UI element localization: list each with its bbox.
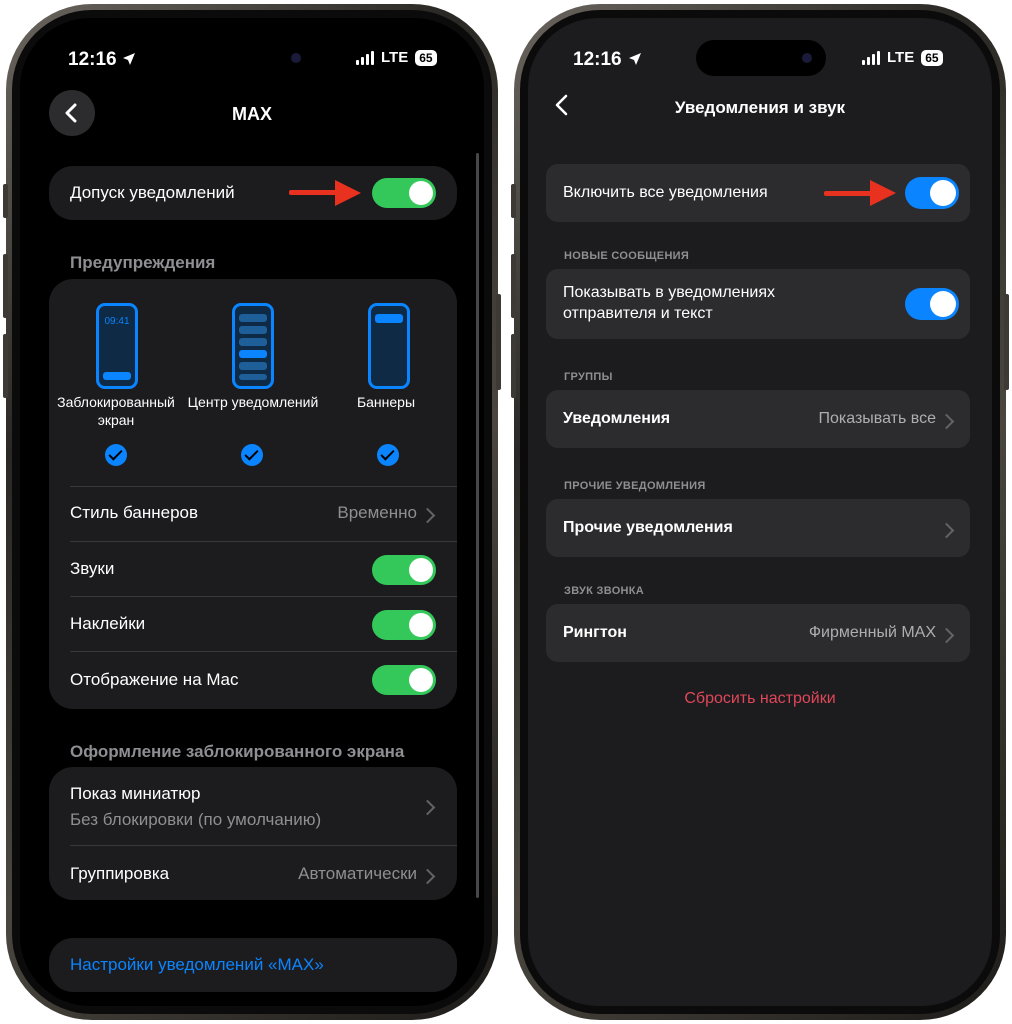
ringtone-value: Фирменный MAX (808, 624, 936, 641)
volume-down-button (511, 334, 516, 398)
dynamic-island (196, 41, 312, 75)
group-notifications-value: Показывать все (818, 410, 937, 427)
show-previews-value: Без блокировки (по умолчанию) (70, 810, 322, 829)
network-type: LTE (887, 49, 915, 66)
notification-center-checkmark-icon[interactable] (241, 444, 263, 466)
side-button (496, 294, 501, 390)
action-button (3, 184, 8, 218)
alerts-section-title: Предупреждения (70, 253, 216, 272)
notification-center-preview-icon[interactable] (232, 303, 274, 389)
location-arrow-icon (122, 52, 136, 71)
chevron-right-icon (938, 522, 955, 539)
grouping-label: Группировка (70, 864, 170, 883)
side-button (1004, 294, 1009, 390)
banners-checkmark-icon[interactable] (377, 444, 399, 466)
show-on-mac-toggle[interactable] (372, 665, 436, 695)
signal-icon (862, 50, 880, 65)
sounds-label: Звуки (70, 559, 115, 578)
status-time: 12:16 (573, 49, 622, 70)
red-arrow-annotation (824, 191, 874, 196)
enable-all-label: Включить все уведомления (563, 184, 768, 201)
enable-all-row[interactable]: Включить все уведомления (546, 164, 970, 222)
network-type: LTE (381, 49, 409, 66)
ringtone-section-title: ЗВУК ЗВОНКА (564, 585, 645, 597)
divider (70, 596, 457, 597)
alerts-card: 09:41 Заблокированный экран Центр уведом… (49, 279, 457, 709)
chevron-right-icon (419, 868, 436, 885)
signal-icon (356, 50, 374, 65)
battery-icon: 65 (415, 49, 437, 66)
show-sender-label-line2: отправителя и текст (563, 305, 713, 322)
chevron-right-icon (419, 507, 436, 524)
lock-screen-option-label: Заблокированный экран (57, 394, 175, 428)
ringtone-row[interactable]: Рингтон Фирменный MAX (546, 604, 970, 662)
sounds-toggle[interactable] (372, 555, 436, 585)
show-sender-row[interactable]: Показывать в уведомлениях отправителя и … (546, 269, 970, 339)
app-notification-settings-row[interactable]: Настройки уведомлений «MAX» (49, 938, 457, 992)
phone-frame-left: 12:16 LTE 65 MAX Допуск уведомлений Пред… (3, 4, 501, 1020)
allow-notifications-row[interactable]: Допуск уведомлений (49, 166, 457, 220)
page-title: Уведомления и звук (674, 98, 846, 117)
banner-style-value: Временно (337, 503, 417, 522)
divider (70, 486, 457, 487)
red-arrow-head (335, 180, 361, 206)
red-arrow-head (870, 180, 896, 206)
volume-down-button (3, 334, 8, 398)
location-arrow-icon (628, 52, 642, 71)
banners-option-label: Баннеры (356, 394, 416, 410)
scrollbar[interactable] (476, 153, 479, 898)
groups-section-title: ГРУППЫ (564, 371, 613, 383)
app-settings-screen: 12:16 LTE 65 Уведомления и звук Включить… (528, 18, 992, 1006)
phone-frame-right: 12:16 LTE 65 Уведомления и звук Включить… (511, 4, 1009, 1020)
badges-toggle[interactable] (372, 610, 436, 640)
show-sender-label-line1: Показывать в уведомлениях (563, 284, 775, 301)
settings-screen: 12:16 LTE 65 MAX Допуск уведомлений Пред… (20, 18, 484, 1006)
other-notifications-row[interactable]: Прочие уведомления (546, 499, 970, 557)
show-previews-label: Показ миниатюр (70, 784, 201, 803)
group-notifications-label: Уведомления (563, 410, 671, 427)
new-messages-section-title: НОВЫЕ СООБЩЕНИЯ (564, 250, 690, 262)
chevron-right-icon (938, 413, 955, 430)
reset-settings-button[interactable]: Сбросить настройки (528, 690, 992, 708)
chevron-right-icon (419, 799, 436, 816)
notification-center-option-label: Центр уведомлений (187, 394, 319, 410)
red-arrow-annotation (289, 190, 339, 195)
lock-screen-card: Показ миниатюр Без блокировки (по умолча… (49, 767, 457, 900)
lock-screen-checkmark-icon[interactable] (105, 444, 127, 466)
other-section-title: ПРОЧИЕ УВЕДОМЛЕНИЯ (564, 480, 706, 492)
allow-notifications-label: Допуск уведомлений (70, 183, 235, 202)
app-notification-settings-link[interactable]: Настройки уведомлений «MAX» (70, 955, 324, 975)
badges-label: Наклейки (70, 614, 146, 633)
status-indicators: LTE 65 (356, 49, 437, 66)
allow-notifications-toggle[interactable] (372, 178, 436, 208)
divider (70, 845, 457, 846)
volume-up-button (3, 254, 8, 318)
show-sender-toggle[interactable] (905, 288, 959, 320)
dynamic-island (696, 40, 826, 76)
group-notifications-row[interactable]: Уведомления Показывать все (546, 390, 970, 448)
chevron-right-icon (938, 627, 955, 644)
show-on-mac-label: Отображение на Mac (70, 670, 239, 689)
lock-screen-preview-icon[interactable]: 09:41 (96, 303, 138, 389)
status-indicators: LTE 65 (862, 49, 943, 66)
divider (70, 651, 457, 652)
battery-icon: 65 (921, 49, 943, 66)
lock-screen-section-title: Оформление заблокированного экрана (70, 742, 405, 761)
enable-all-toggle[interactable] (905, 177, 959, 209)
status-time: 12:16 (68, 49, 117, 70)
banner-style-label: Стиль баннеров (70, 503, 199, 522)
banners-preview-icon[interactable] (368, 303, 410, 389)
ringtone-label: Рингтон (563, 624, 627, 641)
preview-time: 09:41 (104, 316, 130, 327)
grouping-value: Автоматически (298, 864, 417, 883)
divider (70, 541, 457, 542)
page-title: MAX (232, 104, 272, 124)
action-button (511, 184, 516, 218)
volume-up-button (511, 254, 516, 318)
other-notifications-label: Прочие уведомления (563, 519, 733, 536)
